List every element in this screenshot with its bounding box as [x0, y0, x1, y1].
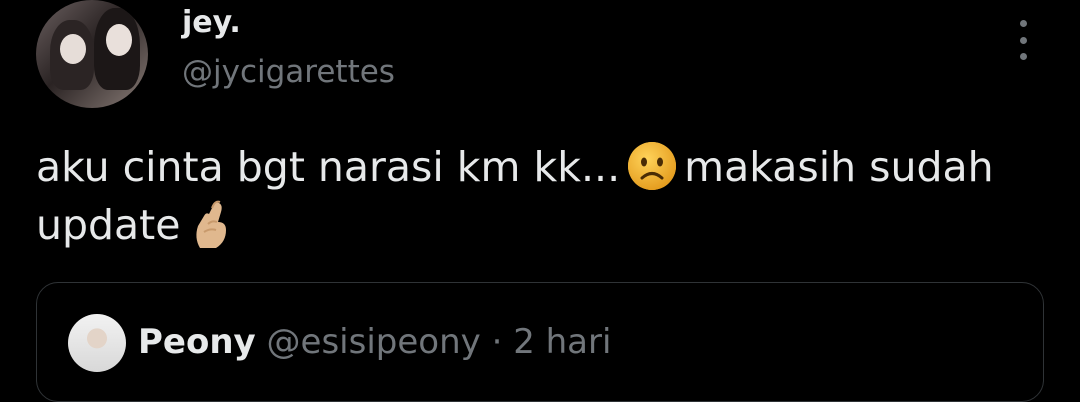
frowning-face-icon	[626, 140, 678, 192]
more-options-icon[interactable]	[1012, 20, 1034, 60]
quoted-separator: ·	[491, 322, 503, 362]
quoted-author-avatar[interactable]	[68, 314, 126, 372]
crossed-fingers-icon	[190, 198, 234, 250]
avatar-face-right	[106, 24, 132, 56]
tweet-text: aku cinta bgt narasi km kk... makasih su…	[36, 138, 1046, 254]
avatar-face-left	[60, 34, 86, 64]
quoted-tweet-header: Peony @esisipeony · 2 hari	[138, 320, 611, 364]
author-handle[interactable]: @jycigarettes	[182, 52, 395, 92]
quoted-timestamp[interactable]: 2 hari	[513, 322, 611, 362]
tweet-text-part1: aku cinta bgt narasi km kk...	[36, 143, 621, 191]
quoted-author-handle[interactable]: @esisipeony	[267, 322, 481, 362]
quoted-author-display-name[interactable]: Peony	[138, 322, 256, 362]
author-avatar[interactable]	[36, 0, 148, 108]
author-display-name[interactable]: jey.	[182, 4, 241, 42]
